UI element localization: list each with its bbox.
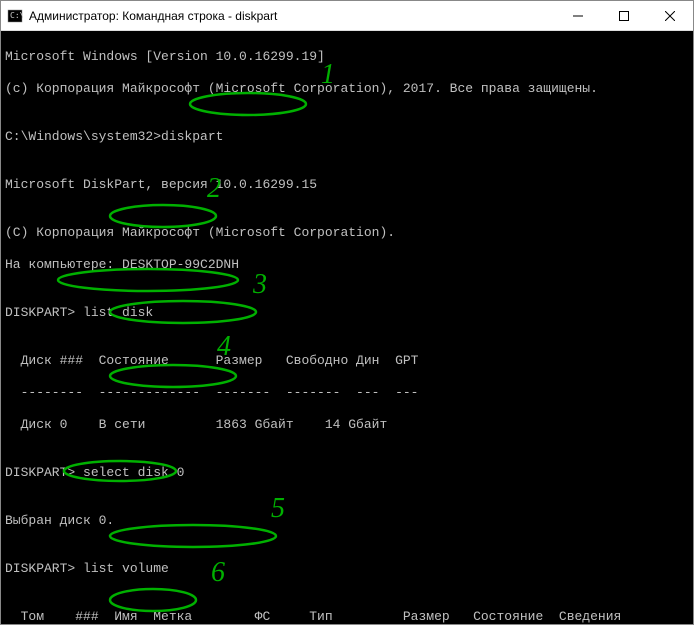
table-row: Диск 0 В сети 1863 Gбайт 14 Gбайт bbox=[5, 417, 689, 433]
window-title: Администратор: Командная строка - diskpa… bbox=[29, 9, 555, 23]
table-header: Диск ### Состояние Размер Свободно Дин G… bbox=[5, 353, 689, 369]
prompt-line: C:\Windows\system32>diskpart bbox=[5, 129, 689, 145]
output-line: Выбран диск 0. bbox=[5, 513, 689, 529]
cmd-window: C:\ Администратор: Командная строка - di… bbox=[0, 0, 694, 625]
output-line: На компьютере: DESKTOP-99C2DNH bbox=[5, 257, 689, 273]
svg-text:C:\: C:\ bbox=[10, 11, 23, 20]
output-line: Microsoft DiskPart, версия 10.0.16299.15 bbox=[5, 177, 689, 193]
minimize-button[interactable] bbox=[555, 1, 601, 30]
prompt-line: DISKPART> select disk 0 bbox=[5, 465, 689, 481]
cmd-icon: C:\ bbox=[7, 8, 23, 24]
table-divider: -------- ------------- ------- ------- -… bbox=[5, 385, 689, 401]
prompt-line: DISKPART> list volume bbox=[5, 561, 689, 577]
maximize-button[interactable] bbox=[601, 1, 647, 30]
prompt-line: DISKPART> list disk bbox=[5, 305, 689, 321]
titlebar: C:\ Администратор: Командная строка - di… bbox=[1, 1, 693, 31]
table-header: Том ### Имя Метка ФС Тип Размер Состояни… bbox=[5, 609, 689, 624]
terminal-output[interactable]: Microsoft Windows [Version 10.0.16299.19… bbox=[1, 31, 693, 624]
output-line: (C) Корпорация Майкрософт (Microsoft Cor… bbox=[5, 225, 689, 241]
annotation-number-3: 3 bbox=[253, 277, 267, 293]
window-buttons bbox=[555, 1, 693, 30]
output-line: Microsoft Windows [Version 10.0.16299.19… bbox=[5, 49, 689, 65]
output-line: (c) Корпорация Майкрософт (Microsoft Cor… bbox=[5, 81, 689, 97]
close-button[interactable] bbox=[647, 1, 693, 30]
